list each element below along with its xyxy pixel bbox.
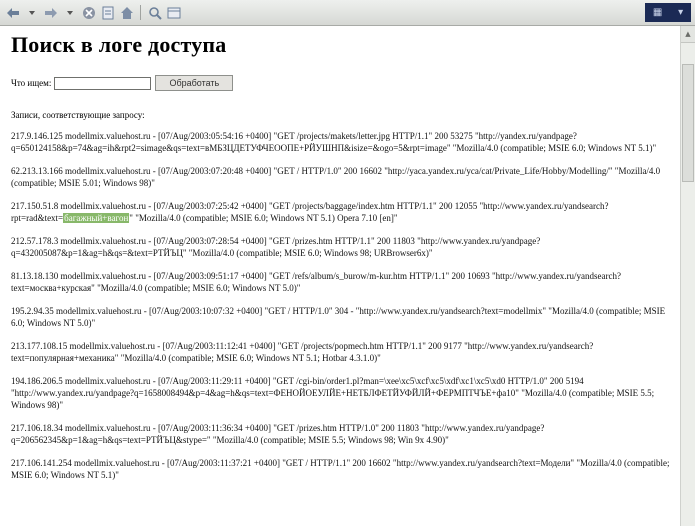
browser-logo: ▦ ▾ [645,3,691,22]
log-entry: 217.106.141.254 modellmix.valuehost.ru -… [11,458,670,480]
search-input[interactable] [54,76,152,90]
history-icon[interactable] [165,4,182,21]
log-entry: 195.2.94.35 modellmix.valuehost.ru - [07… [11,306,666,328]
search-highlight: багажный+вагон [63,213,130,223]
log-entry: 194.186.206.5 modellmix.valuehost.ru - [… [11,376,655,410]
log-entry: 62.213.13.166 modellmix.valuehost.ru - [… [11,166,661,188]
log-entry: 217.150.51.8 modellmix.valuehost.ru - [0… [11,200,673,224]
scroll-thumb[interactable] [682,64,694,182]
search-icon[interactable] [146,4,163,21]
log-entry-text: " "Mozilla/4.0 (compatible; MSIE 6.0; Wi… [129,213,398,223]
refresh-icon[interactable] [99,4,116,21]
stop-icon[interactable] [80,4,97,21]
page-content: Поиск в логе доступа Что ищем: Обработат… [11,32,675,480]
toolbar-buttons [4,4,182,21]
page-title: Поиск в логе доступа [11,32,227,57]
windows-logo-icon: ▦ [652,7,663,18]
submit-button[interactable]: Обработать [155,75,234,91]
scroll-up-arrow-icon[interactable]: ▲ [681,26,695,43]
search-form: Что ищем: Обработать [11,75,234,91]
home-icon[interactable] [118,4,135,21]
log-entries: 217.9.146.125 modellmix.valuehost.ru - [… [11,130,673,492]
dropdown-arrow-icon[interactable] [61,4,78,21]
log-entry: 81.13.18.130 modellmix.valuehost.ru - [0… [11,271,622,293]
log-entry: 217.106.18.34 modellmix.valuehost.ru - [… [11,423,545,445]
toolbar-separator [140,5,141,20]
log-entry: 212.57.178.3 modellmix.valuehost.ru - [0… [11,236,541,258]
log-entry: 217.9.146.125 modellmix.valuehost.ru - [… [11,131,657,153]
vertical-scrollbar[interactable]: ▲ [680,26,695,526]
dropdown-arrow-icon[interactable] [23,4,40,21]
browser-toolbar: ▦ ▾ [0,0,695,26]
search-label: Что ищем: [11,78,52,88]
log-entry: 213.177.108.15 modellmix.valuehost.ru - … [11,341,594,363]
dropdown-arrow-icon: ▾ [678,7,684,18]
back-icon[interactable] [4,4,21,21]
forward-icon[interactable] [42,4,59,21]
results-heading: Записи, соответствующие запросу: [11,110,145,120]
